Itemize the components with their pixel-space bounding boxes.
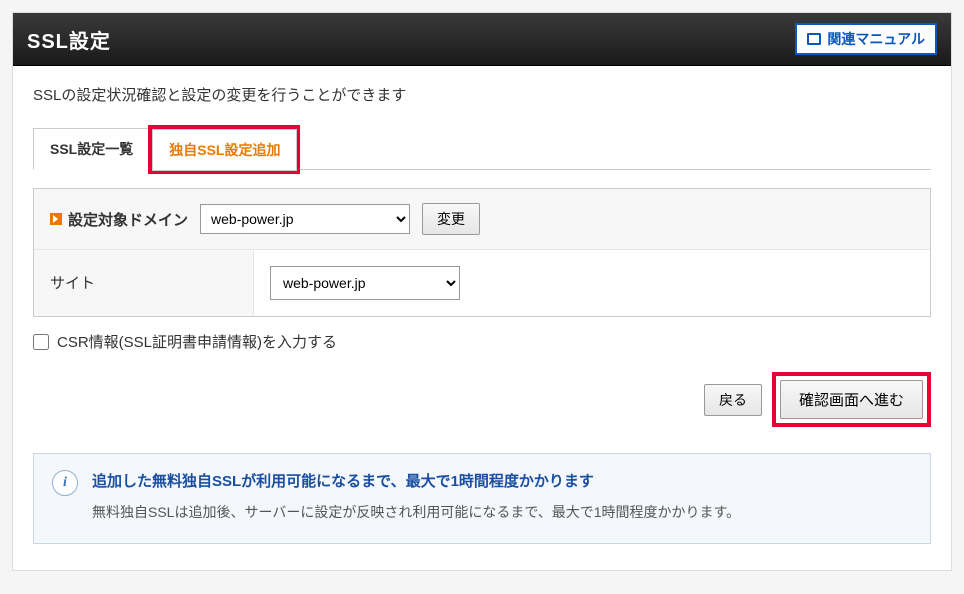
csr-checkbox-row[interactable]: CSR情報(SSL証明書申請情報)を入力する: [33, 331, 931, 352]
back-button[interactable]: 戻る: [704, 384, 762, 416]
site-row: サイト web-power.jp: [34, 250, 930, 316]
arrow-bullet-icon: [50, 213, 62, 225]
ssl-settings-panel: SSL設定 関連マニュアル SSLの設定状況確認と設定の変更を行うことができます…: [12, 12, 952, 571]
related-manual-link[interactable]: 関連マニュアル: [795, 23, 937, 55]
site-label: サイト: [34, 250, 254, 316]
domain-form-block: 設定対象ドメイン web-power.jp 変更 サイト web-power.j…: [33, 188, 931, 317]
change-button[interactable]: 変更: [422, 203, 480, 235]
site-select[interactable]: web-power.jp: [270, 266, 460, 300]
manual-link-label: 関連マニュアル: [827, 29, 925, 49]
panel-body: SSLの設定状況確認と設定の変更を行うことができます SSL設定一覧 独自SSL…: [13, 66, 951, 570]
target-domain-select[interactable]: web-power.jp: [200, 204, 410, 234]
target-domain-row: 設定対象ドメイン web-power.jp 変更: [34, 189, 930, 250]
info-icon: i: [52, 470, 78, 496]
highlight-frame-tab: 独自SSL設定追加: [148, 125, 300, 174]
page-title: SSL設定: [27, 25, 111, 54]
csr-checkbox-label: CSR情報(SSL証明書申請情報)を入力する: [57, 331, 337, 352]
tab-bar: SSL設定一覧 独自SSL設定追加: [33, 125, 931, 170]
site-control-cell: web-power.jp: [254, 250, 476, 316]
tab-ssl-add[interactable]: 独自SSL設定追加: [152, 129, 297, 171]
info-text-block: 追加した無料独自SSLが利用可能になるまで、最大で1時間程度かかります 無料独自…: [92, 470, 740, 525]
target-domain-label: 設定対象ドメイン: [50, 209, 188, 230]
info-title: 追加した無料独自SSLが利用可能になるまで、最大で1時間程度かかります: [92, 470, 740, 491]
confirm-button[interactable]: 確認画面へ進む: [780, 380, 923, 419]
highlight-frame-confirm: 確認画面へ進む: [772, 372, 931, 427]
csr-checkbox[interactable]: [33, 334, 49, 350]
description-text: SSLの設定状況確認と設定の変更を行うことができます: [33, 84, 931, 105]
book-icon: [807, 33, 821, 45]
tab-ssl-list[interactable]: SSL設定一覧: [33, 128, 150, 170]
action-button-row: 戻る 確認画面へ進む: [33, 372, 931, 427]
info-body: 無料独自SSLは追加後、サーバーに設定が反映され利用可能になるまで、最大で1時間…: [92, 501, 740, 525]
info-notice: i 追加した無料独自SSLが利用可能になるまで、最大で1時間程度かかります 無料…: [33, 453, 931, 544]
panel-header: SSL設定 関連マニュアル: [13, 13, 951, 66]
target-domain-label-text: 設定対象ドメイン: [68, 209, 188, 230]
